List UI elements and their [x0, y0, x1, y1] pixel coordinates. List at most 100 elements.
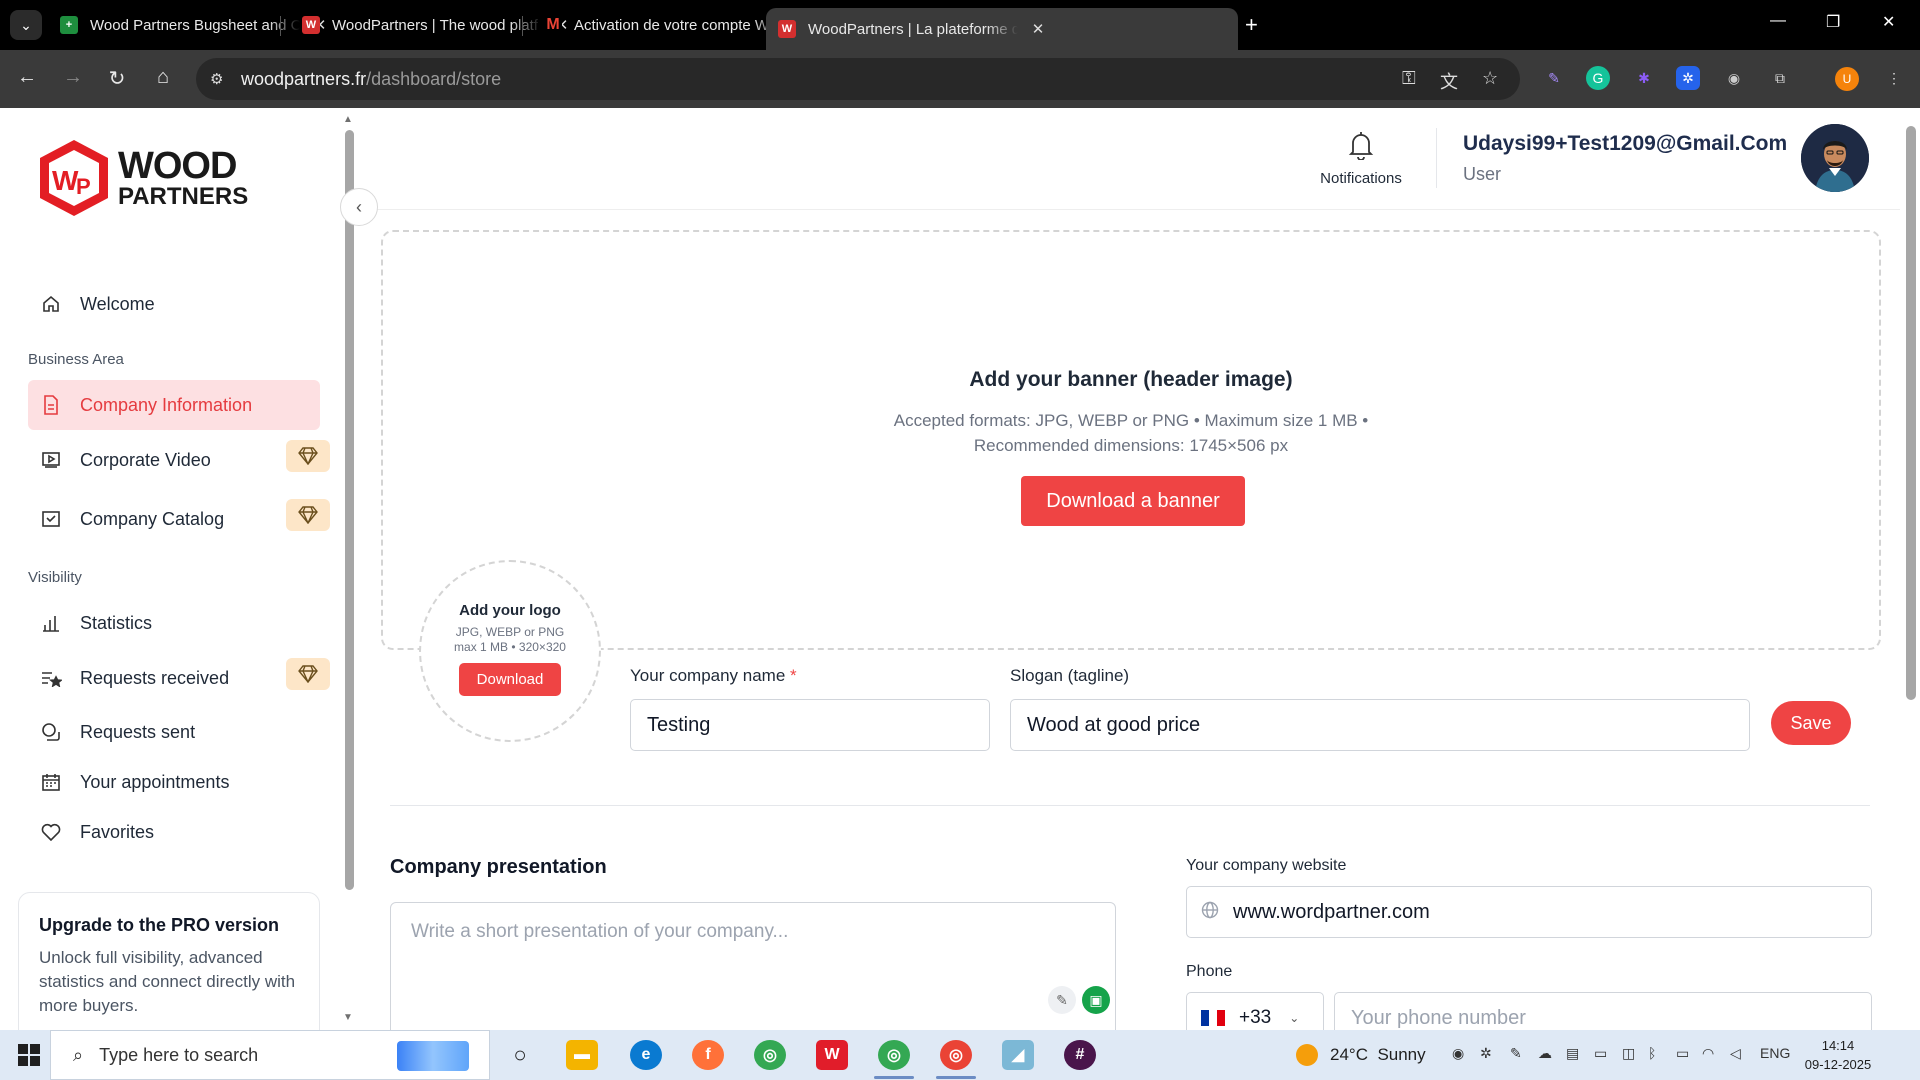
wps-icon[interactable]: W — [816, 1040, 848, 1070]
browser-menu-icon[interactable]: ⋮ — [1882, 66, 1906, 90]
window-close-icon[interactable]: ✕ — [1882, 12, 1895, 32]
tab-title: Activation de votre compte Wo — [574, 16, 778, 34]
scroll-down-arrow-icon[interactable]: ▼ — [343, 1012, 353, 1023]
sidebar-item-appointments[interactable]: Your appointments — [28, 757, 320, 807]
password-key-icon[interactable]: ⚿ — [1402, 68, 1416, 89]
logo-upload-dropzone[interactable]: Add your logo JPG, WEBP or PNG max 1 MB … — [419, 560, 601, 742]
banner-info: Accepted formats: JPG, WEBP or PNG • Max… — [893, 411, 1369, 455]
translate-icon[interactable]: 文 — [1440, 68, 1458, 94]
tray-settings-icon[interactable]: ✲ — [1480, 1045, 1492, 1062]
sidebar-item-statistics[interactable]: Statistics — [28, 598, 320, 648]
chrome-active-icon[interactable]: ◎ — [940, 1040, 972, 1070]
heart-icon — [40, 821, 62, 843]
tab-search-button[interactable]: ⌄ — [10, 10, 42, 40]
download-logo-button[interactable]: Download — [459, 663, 561, 696]
website-input[interactable]: www.wordpartner.com — [1186, 886, 1872, 938]
wifi-icon[interactable]: ◠ — [1702, 1045, 1714, 1062]
reload-icon[interactable]: ↻ — [104, 66, 130, 91]
extensions-icon[interactable]: ⧉ — [1768, 66, 1792, 90]
system-clock[interactable]: 14:14 09-12-2025 — [1800, 1036, 1876, 1074]
tray-edge-icon[interactable]: ◉ — [1452, 1045, 1464, 1062]
browser-toolbar: ← → ↻ ⌂ ⚙ woodpartners.fr/dashboard/stor… — [0, 50, 1920, 108]
gmail-icon: M — [544, 16, 562, 34]
section-heading-business: Business Area — [28, 351, 124, 368]
main-content: Notifications Udaysi99+Test1209@Gmail.Co… — [360, 108, 1900, 1030]
pen-extension-icon[interactable]: ✎ — [1048, 986, 1076, 1014]
save-button[interactable]: Save — [1771, 701, 1851, 745]
sidebar-item-welcome[interactable]: Welcome — [28, 279, 320, 329]
close-tab-icon[interactable]: ✕ — [1028, 20, 1048, 38]
tray-app-icon[interactable]: ◫ — [1622, 1045, 1635, 1062]
avatar[interactable] — [1801, 124, 1869, 192]
country-code-select[interactable]: +33 ⌄ — [1186, 992, 1324, 1030]
sidebar-item-label: Your appointments — [80, 771, 230, 792]
banner-dropzone[interactable]: Add your banner (header image) Accepted … — [381, 230, 1881, 650]
camera-extension-icon[interactable]: ◉ — [1722, 66, 1746, 90]
bot-extension-icon[interactable]: ▣ — [1082, 986, 1110, 1014]
new-tab-button[interactable]: + — [1245, 12, 1258, 38]
home-icon[interactable]: ⌂ — [150, 66, 176, 89]
back-arrow-icon[interactable]: ← — [14, 66, 40, 89]
file-explorer-icon[interactable]: ▬ — [566, 1040, 598, 1070]
grammarly-icon[interactable]: G — [1586, 66, 1610, 90]
address-bar[interactable]: ⚙ woodpartners.fr/dashboard/store ⚿ 文 ☆ — [196, 58, 1520, 100]
france-flag-icon — [1201, 1010, 1225, 1026]
catalog-icon — [40, 508, 62, 530]
browser-tab-2[interactable]: W WoodPartners | The wood platf ✕ — [290, 8, 572, 42]
phone-number-input[interactable]: Your phone number — [1334, 992, 1872, 1030]
chrome-icon[interactable]: ◎ — [754, 1040, 786, 1070]
tray-word-icon[interactable]: ▤ — [1566, 1045, 1579, 1062]
company-name-input[interactable]: Testing — [630, 699, 990, 751]
slogan-input[interactable]: Wood at good price — [1010, 699, 1750, 751]
firefox-icon[interactable]: f — [692, 1040, 724, 1070]
sidebar-item-requests-received[interactable]: Requests received — [28, 653, 320, 703]
edge-icon[interactable]: e — [630, 1040, 662, 1070]
restore-icon[interactable]: ❐ — [1826, 12, 1840, 32]
sidebar-item-company-information[interactable]: Company Information — [28, 380, 320, 430]
task-view-icon[interactable]: ○ — [504, 1040, 536, 1070]
tray-monitor-icon[interactable]: ▭ — [1594, 1045, 1607, 1062]
sidebar-item-company-catalog[interactable]: Company Catalog — [28, 494, 320, 544]
profile-avatar[interactable]: U — [1835, 67, 1859, 91]
settings-extension-icon[interactable]: ✲ — [1676, 66, 1700, 90]
paint-app-icon[interactable]: ◢ — [1002, 1040, 1034, 1070]
quill-extension-icon[interactable]: ✎ — [1542, 66, 1566, 90]
upgrade-pro-card[interactable]: Upgrade to the PRO version Unlock full v… — [18, 892, 320, 1030]
url-text[interactable]: woodpartners.fr/dashboard/store — [241, 69, 501, 90]
tray-pen-icon[interactable]: ✎ — [1510, 1045, 1522, 1062]
presentation-textarea[interactable]: Write a short presentation of your compa… — [390, 902, 1116, 1030]
sidebar-item-requests-sent[interactable]: Requests sent — [28, 707, 320, 757]
page-scrollbar-thumb[interactable] — [1906, 126, 1916, 700]
language-indicator[interactable]: ENG — [1760, 1045, 1790, 1061]
site-info-icon[interactable]: ⚙ — [210, 70, 223, 88]
browser-tab-4-active[interactable]: W WoodPartners | La plateforme d ✕ — [766, 8, 1238, 50]
puzzle-extension-icon[interactable]: ✱ — [1632, 66, 1656, 90]
pro-diamond-icon — [286, 499, 330, 531]
onedrive-icon[interactable]: ☁ — [1538, 1045, 1552, 1062]
scroll-up-arrow-icon[interactable]: ▲ — [343, 114, 353, 125]
woodpartners-logo[interactable]: W P WOOD PARTNERS — [36, 138, 248, 218]
weather-widget[interactable]: 24°C Sunny — [1296, 1044, 1426, 1066]
minimize-icon[interactable]: — — [1770, 12, 1786, 30]
chevron-down-icon: ⌄ — [1289, 1011, 1300, 1025]
sidebar-item-favorites[interactable]: Favorites — [28, 807, 320, 857]
user-email[interactable]: Udaysi99+Test1209@Gmail.Com — [1463, 132, 1787, 156]
chrome-profile-icon[interactable]: ◎ — [878, 1040, 910, 1070]
slack-icon[interactable]: # — [1064, 1040, 1096, 1070]
bookmark-star-icon[interactable]: ☆ — [1482, 68, 1498, 89]
bluetooth-icon[interactable]: ᛒ — [1648, 1045, 1656, 1061]
taskbar-search-box[interactable]: ⌕ Type here to search — [50, 1030, 490, 1080]
globe-icon — [1201, 901, 1219, 924]
sidebar-scrollbar-thumb[interactable] — [345, 130, 354, 890]
browser-tab-1[interactable]: + Wood Partners Bugsheet and C ✕ — [48, 8, 330, 42]
collapse-sidebar-chevron-left-icon[interactable]: ‹ — [340, 188, 378, 226]
battery-icon[interactable]: ▭ — [1676, 1045, 1689, 1062]
presentation-title: Company presentation — [390, 856, 607, 878]
sidebar-item-corporate-video[interactable]: Corporate Video — [28, 435, 320, 485]
volume-icon[interactable]: ◁ — [1730, 1045, 1741, 1062]
svg-text:W: W — [52, 165, 79, 196]
windows-start-icon[interactable] — [18, 1044, 40, 1066]
notifications-button[interactable]: Notifications — [1306, 130, 1416, 187]
download-banner-button[interactable]: Download a banner — [1021, 476, 1245, 526]
forward-arrow-icon[interactable]: → — [60, 66, 86, 89]
